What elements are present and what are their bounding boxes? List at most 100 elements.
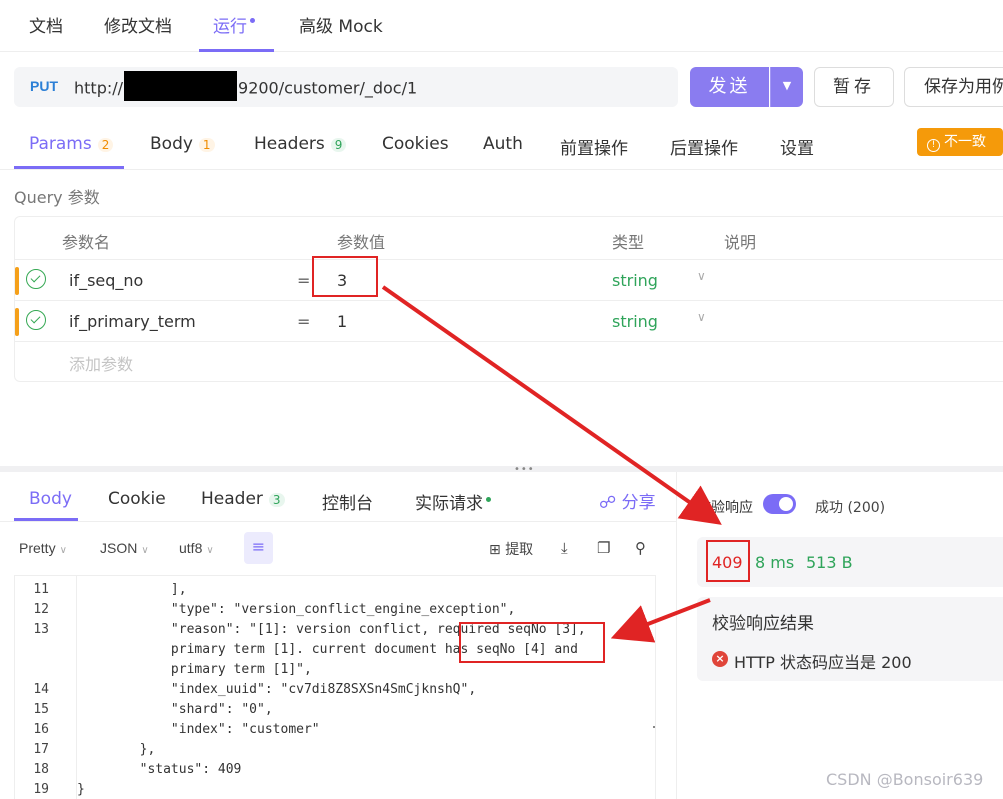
url-prefix: http:// <box>74 78 124 98</box>
chevron-down-icon[interactable]: ∨ <box>697 269 706 283</box>
format-value: Pretty <box>19 540 56 556</box>
code-line: ], <box>77 582 187 597</box>
tab-params[interactable]: Params 2 <box>29 134 114 154</box>
response-body-editor[interactable]: 11 ], 12 "type": "version_conflict_engin… <box>14 575 656 799</box>
resp-tab-actual-request-label: 实际请求 <box>415 494 483 514</box>
add-param-row <box>15 341 1003 382</box>
tab-run-label: 运行 <box>213 17 247 37</box>
resize-handle-icon[interactable]: ••• <box>514 464 535 475</box>
verify-response-label: 校验响应 <box>697 500 753 516</box>
param-name[interactable]: if_primary_term <box>69 312 196 331</box>
mismatch-label: 不一致 <box>944 134 986 150</box>
tab-pre-actions[interactable]: 前置操作 <box>560 134 628 159</box>
col-header-value: 参数值 <box>337 233 386 252</box>
save-as-case-button[interactable]: 保存为用例 <box>904 67 1003 107</box>
active-dot-icon <box>250 18 255 23</box>
resp-tab-console[interactable]: 控制台 <box>322 489 373 514</box>
code-line: primary term [1]", <box>77 662 312 677</box>
download-icon[interactable]: ⤓ <box>561 539 568 557</box>
enabled-check-icon[interactable] <box>26 310 46 330</box>
url-input[interactable]: http:// 9200/customer/_doc/1 <box>74 71 418 101</box>
line-number: 11 <box>33 582 49 597</box>
verify-success-text: 成功 (200) <box>815 500 886 516</box>
param-value[interactable]: 1 <box>337 312 347 331</box>
resp-tab-header[interactable]: Header 3 <box>201 489 285 509</box>
tab-edit-docs[interactable]: 修改文档 <box>104 12 172 37</box>
tab-post-actions[interactable]: 后置操作 <box>670 134 738 159</box>
extract-label: 提取 <box>505 542 534 558</box>
col-header-desc: 说明 <box>724 233 757 252</box>
add-param-input[interactable]: 添加参数 <box>69 351 133 375</box>
line-number: 18 <box>33 762 49 777</box>
line-number: 16 <box>33 722 49 737</box>
tab-auth[interactable]: Auth <box>483 134 523 154</box>
request-tabs: Params 2 Body 1 Headers 9 Cookies Auth 前置操作… <box>0 120 1003 170</box>
enabled-check-icon[interactable] <box>26 269 46 289</box>
chevron-down-icon[interactable]: ∨ <box>697 310 706 324</box>
chevron-down-icon: ∨ <box>59 545 67 556</box>
highlight-box <box>706 540 750 582</box>
col-header-name: 参数名 <box>62 233 111 252</box>
tab-cookies[interactable]: Cookies <box>382 134 449 154</box>
pane-divider[interactable] <box>0 466 1003 472</box>
code-line: } <box>77 782 85 797</box>
extract-icon: ⊞ <box>489 542 501 558</box>
resp-tab-body[interactable]: Body <box>29 489 72 509</box>
mismatch-badge[interactable]: ! 不一致 <box>917 128 1003 156</box>
tab-settings[interactable]: 设置 <box>780 134 814 159</box>
language-select[interactable]: JSON ∨ <box>100 540 149 556</box>
tab-run[interactable]: 运行 <box>213 12 255 37</box>
param-row: if_primary_term = 1 string ∨ <box>15 300 1003 341</box>
code-line: "status": 409 <box>77 762 242 777</box>
url-suffix: 9200/customer/_doc/1 <box>238 78 418 98</box>
share-icon: ☍ <box>599 493 617 513</box>
query-params-table: 参数名 参数值 类型 说明 if_seq_no = 3 string ∨ if_… <box>14 216 1003 382</box>
col-header-type: 类型 <box>612 233 645 252</box>
line-number: 17 <box>33 742 49 757</box>
header-count-badge: 3 <box>268 493 285 507</box>
word-wrap-icon[interactable]: ≡ <box>244 532 273 564</box>
tab-headers[interactable]: Headers 9 <box>254 134 347 154</box>
resp-tab-actual-request[interactable]: 实际请求 <box>415 489 491 514</box>
send-button[interactable]: 发送 <box>690 67 769 107</box>
code-line: "shard": "0", <box>77 702 273 717</box>
param-type[interactable]: string <box>612 271 658 290</box>
warning-icon: ! <box>927 139 940 152</box>
send-dropdown-chevron-icon[interactable]: ▼ <box>770 67 803 107</box>
active-tab-underline <box>199 49 274 52</box>
equals-sign: = <box>297 312 311 331</box>
status-dot-icon <box>486 497 491 502</box>
search-icon[interactable]: ⚲ <box>635 539 646 557</box>
http-method[interactable]: PUT <box>30 78 58 94</box>
code-line: "index": "customer" <box>77 722 320 737</box>
code-line: "index_uuid": "cv7di8Z8SXSn4SmCjknshQ", <box>77 682 477 697</box>
copy-icon[interactable]: ❐ <box>597 539 610 557</box>
resp-tab-border <box>0 521 676 522</box>
url-bar[interactable]: PUT http:// 9200/customer/_doc/1 <box>14 67 678 107</box>
body-count-badge: 1 <box>198 138 215 152</box>
verify-response-toggle[interactable] <box>763 494 796 514</box>
equals-sign: = <box>297 271 311 290</box>
share-button[interactable]: ☍ 分享 <box>599 488 656 513</box>
encoding-select[interactable]: utf8 ∨ <box>179 540 214 556</box>
response-time: 8 ms <box>755 553 795 572</box>
format-select[interactable]: Pretty ∨ <box>19 540 67 556</box>
scrollbar[interactable] <box>653 726 655 728</box>
resp-tab-cookie[interactable]: Cookie <box>108 489 166 509</box>
code-line: "type": "version_conflict_engine_excepti… <box>77 602 516 617</box>
tab-headers-label: Headers <box>254 134 325 154</box>
stash-button[interactable]: 暂存 <box>814 67 894 107</box>
drag-handle[interactable] <box>15 308 19 336</box>
extract-button[interactable]: ⊞ 提取 <box>489 539 533 559</box>
param-type[interactable]: string <box>612 312 658 331</box>
language-value: JSON <box>100 540 138 556</box>
drag-handle[interactable] <box>15 267 19 295</box>
tab-params-label: Params <box>29 134 92 154</box>
line-number: 13 <box>33 622 49 637</box>
tab-advanced-mock[interactable]: 高级 Mock <box>299 12 383 37</box>
param-name[interactable]: if_seq_no <box>69 271 143 290</box>
chevron-down-icon: ∨ <box>206 545 214 556</box>
query-params-title: Query 参数 <box>14 188 100 207</box>
tab-body[interactable]: Body 1 <box>150 134 215 154</box>
tab-docs[interactable]: 文档 <box>29 12 63 37</box>
